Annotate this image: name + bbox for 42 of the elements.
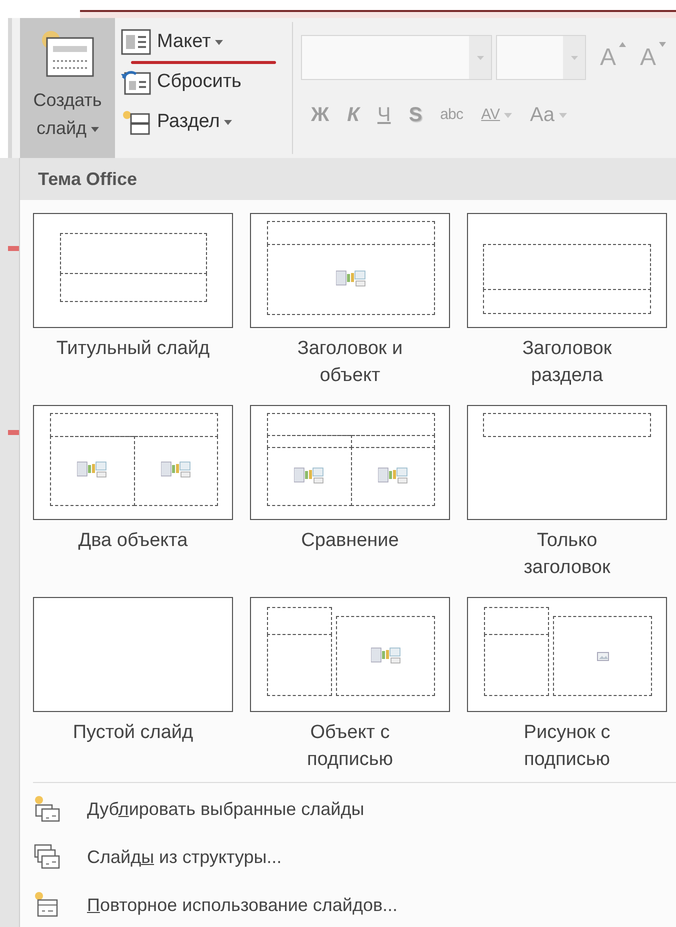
layout-thumbnail[interactable] xyxy=(467,213,667,328)
content-icon xyxy=(161,461,191,479)
slide-edge-mark xyxy=(8,246,19,251)
dropdown-arrow-icon xyxy=(476,56,484,60)
menu-item[interactable]: Повторное использование слайдов... xyxy=(33,881,633,927)
layout-thumbnail[interactable] xyxy=(33,597,233,712)
ribbon-command-button[interactable]: Раздел xyxy=(121,102,286,142)
content-icon xyxy=(378,467,408,485)
new-slide-button[interactable]: Создать слайд xyxy=(20,18,115,158)
down-arrow-icon xyxy=(659,42,666,46)
layout-label: Заголовок раздела xyxy=(522,337,612,388)
content-icon xyxy=(371,647,401,665)
slide-edge-mark xyxy=(8,430,19,435)
layout-thumbnail[interactable] xyxy=(250,597,450,712)
ribbon-command-button[interactable]: Сбросить xyxy=(121,62,286,102)
layout-thumbnail[interactable] xyxy=(467,405,667,520)
layout-label: Только заголовок xyxy=(524,529,610,580)
layout-thumbnail[interactable] xyxy=(33,213,233,328)
picture-icon xyxy=(597,652,609,660)
content-icon xyxy=(336,270,366,288)
caret-icon xyxy=(90,126,99,132)
section-icon xyxy=(121,109,151,135)
layout-thumbnail[interactable] xyxy=(33,405,233,520)
reset-icon xyxy=(121,69,151,95)
layout-label: Рисунок с подписью xyxy=(524,721,610,772)
content-icon xyxy=(294,467,324,485)
layout-label: Два объекта xyxy=(78,529,188,553)
layout-label: Титульный слайд xyxy=(56,337,210,361)
content-icon xyxy=(77,461,107,479)
layout-icon xyxy=(121,29,151,55)
layout-thumbnail[interactable] xyxy=(250,405,450,520)
layout-label: Сравнение xyxy=(301,529,399,553)
layout-label: Пустой слайд xyxy=(72,721,194,745)
menu-item[interactable]: Слайды из структуры... xyxy=(33,833,633,881)
dropdown-arrow-icon xyxy=(570,56,578,60)
layout-thumbnail[interactable] xyxy=(250,213,450,328)
layout-label: Объект с подписью xyxy=(306,721,394,772)
layout-thumbnail[interactable] xyxy=(467,597,667,712)
menu-item[interactable]: Дублировать выбранные слайды xyxy=(33,785,633,833)
up-arrow-icon xyxy=(619,42,626,46)
layout-label: Заголовок и объект xyxy=(297,337,403,388)
menu-header: Тема Office xyxy=(20,158,676,200)
